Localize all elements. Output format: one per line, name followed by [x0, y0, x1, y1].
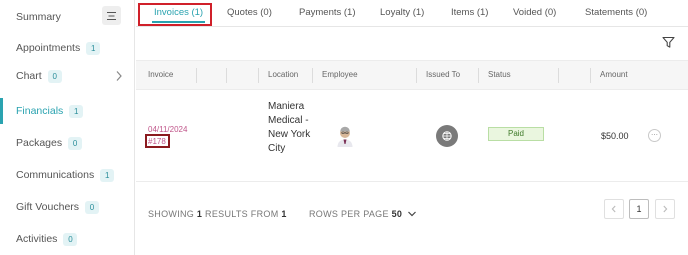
sidebar-item-label: Gift Vouchers: [16, 201, 80, 213]
sidebar-item-activities[interactable]: Activities 0: [0, 224, 135, 254]
tab-highlight-annotation: [138, 3, 212, 26]
chevron-right-icon[interactable]: [114, 70, 124, 82]
column-header-invoice[interactable]: Invoice: [148, 70, 173, 79]
sidebar-item-label: Appointments: [16, 42, 81, 54]
column-header-location[interactable]: Location: [268, 70, 298, 79]
column-divider: [590, 68, 591, 83]
sidebar-item-label: Financials: [16, 105, 64, 117]
results-total: 1: [281, 209, 287, 219]
column-divider: [312, 68, 313, 83]
column-divider: [196, 68, 197, 83]
results-prefix: SHOWING: [148, 209, 195, 219]
tab-voided[interactable]: Voided (0): [513, 5, 556, 23]
page-button-current[interactable]: 1: [629, 199, 649, 219]
sidebar-item-label: Chart: [16, 70, 42, 82]
count-badge: 0: [63, 232, 78, 246]
sidebar-item-appointments[interactable]: Appointments 1: [0, 33, 135, 63]
column-header-employee[interactable]: Employee: [322, 70, 358, 79]
rows-per-page-label: ROWS PER PAGE: [309, 209, 389, 219]
collapse-menu-icon[interactable]: [102, 6, 121, 25]
chevron-down-icon[interactable]: [407, 209, 417, 219]
column-divider: [226, 68, 227, 83]
column-header-amount[interactable]: Amount: [600, 70, 628, 79]
tab-items[interactable]: Items (1): [451, 5, 488, 23]
count-badge: 0: [85, 200, 100, 214]
employee-avatar: [337, 126, 353, 147]
column-divider: [416, 68, 417, 83]
column-divider: [558, 68, 559, 83]
tab-payments[interactable]: Payments (1): [299, 5, 356, 23]
results-summary: SHOWING 1 RESULTS FROM 1: [148, 209, 287, 219]
chevron-left-icon: [611, 205, 616, 213]
chevron-right-icon: [663, 205, 668, 213]
sidebar-item-label: Packages: [16, 137, 63, 149]
count-badge: 1: [69, 104, 84, 118]
rows-per-page-value: 50: [391, 209, 403, 219]
sidebar-item-gift-vouchers[interactable]: Gift Vouchers 0: [0, 192, 135, 222]
column-header-issued-to[interactable]: Issued To: [426, 70, 460, 79]
location-cell: Maniera Medical - New York City: [268, 101, 311, 154]
status-badge: Paid: [488, 127, 544, 141]
rows-per-page-select[interactable]: ROWS PER PAGE 50: [309, 209, 402, 219]
invoice-number-highlight-annotation: [145, 134, 170, 148]
sidebar-item-label: Communications: [16, 169, 95, 181]
tab-loyalty[interactable]: Loyalty (1): [380, 5, 424, 23]
tab-quotes[interactable]: Quotes (0): [227, 5, 272, 23]
column-divider: [258, 68, 259, 83]
filter-icon[interactable]: [662, 36, 675, 49]
row-actions-icon[interactable]: ⋯: [648, 129, 661, 142]
globe-icon[interactable]: [436, 125, 458, 147]
sidebar-item-label: Activities: [16, 233, 58, 245]
sidebar-item-financials[interactable]: Financials 1: [0, 96, 135, 126]
next-page-button[interactable]: [655, 199, 675, 219]
previous-page-button[interactable]: [604, 199, 624, 219]
count-badge: 0: [68, 136, 83, 150]
table-header: Invoice Location Employee Issued To Stat…: [136, 60, 688, 90]
sidebar-item-packages[interactable]: Packages 0: [0, 128, 135, 158]
column-header-status[interactable]: Status: [488, 70, 511, 79]
tab-statements[interactable]: Statements (0): [585, 5, 647, 23]
results-from-label: RESULTS FROM: [205, 209, 279, 219]
sidebar: Summary Appointments 1 Chart 0 Financial…: [0, 0, 135, 255]
sidebar-item-label: Summary: [16, 11, 61, 23]
invoice-date[interactable]: 04/11/2024: [148, 125, 187, 134]
sidebar-item-communications[interactable]: Communications 1: [0, 160, 135, 190]
count-badge: 0: [47, 69, 62, 83]
results-count: 1: [196, 209, 203, 219]
amount-cell: $50.00: [601, 131, 629, 141]
count-badge: 1: [100, 168, 115, 182]
count-badge: 1: [86, 41, 101, 55]
column-divider: [478, 68, 479, 83]
